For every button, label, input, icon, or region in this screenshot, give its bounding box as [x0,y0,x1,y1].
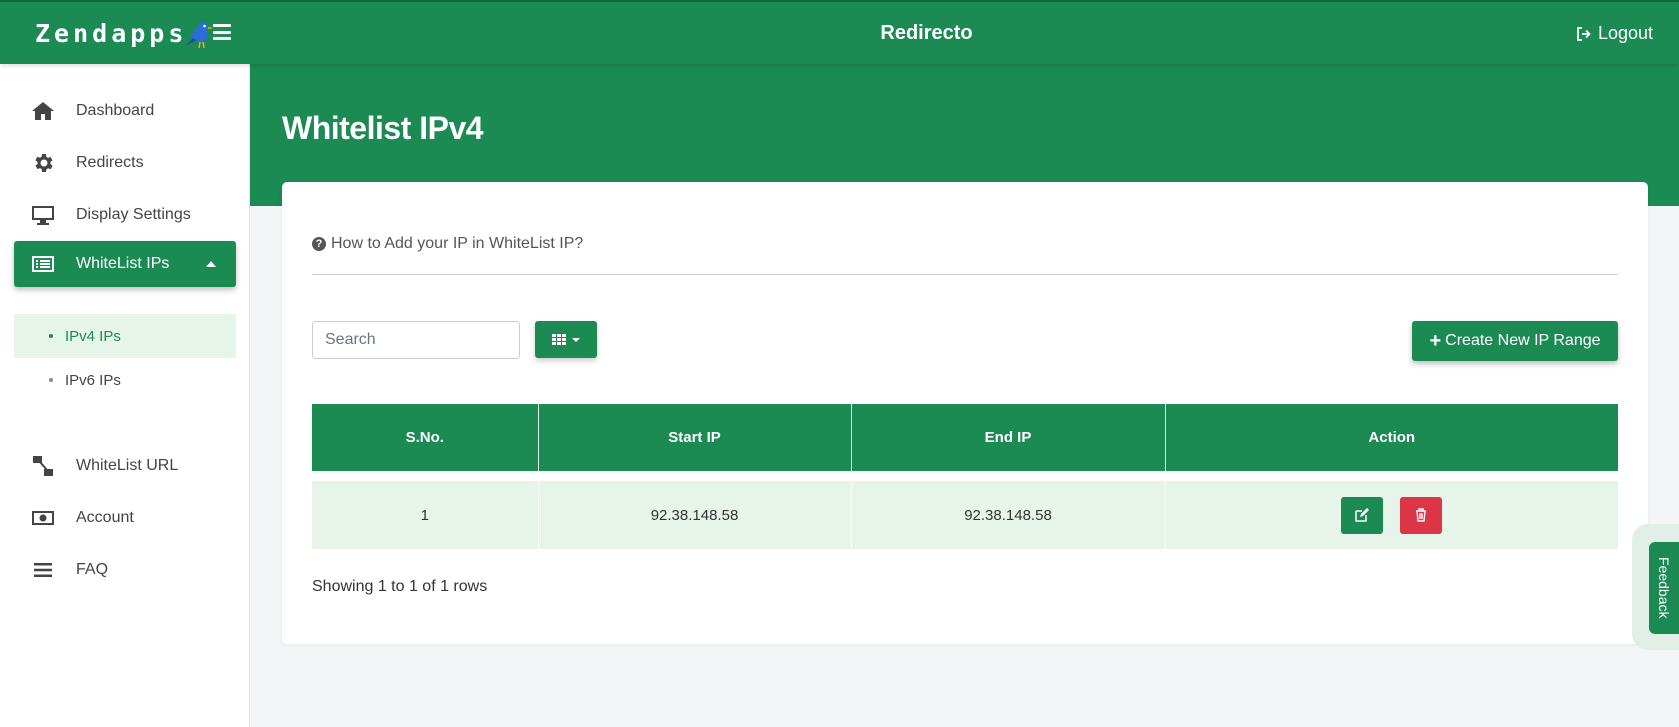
help-link[interactable]: ? How to Add your IP in WhiteList IP? [312,235,583,253]
cell-sno: 1 [312,481,539,549]
money-icon [30,506,56,530]
top-bar: Zendapps Redirecto Logout [0,0,1679,64]
feedback-tab[interactable]: Feedback [1649,542,1679,634]
delete-button[interactable] [1399,496,1442,534]
sidebar-item-whitelist-url[interactable]: WhiteList URL [14,443,236,489]
pagination-info: Showing 1 to 1 of 1 rows [312,578,488,595]
sidebar-item-label: Redirects [76,154,144,171]
sidebar-subitem-label: IPv6 IPs [65,371,121,389]
sidebar-item-display-settings[interactable]: Display Settings [14,192,236,238]
logout-button[interactable]: Logout [1576,23,1653,44]
sidebar-item-whitelist-ips[interactable]: WhiteList IPs [14,241,236,287]
caret-down-icon [572,337,580,342]
list-icon [30,252,56,276]
column-header-end-ip[interactable]: End IP [851,404,1166,471]
divider [312,274,1618,275]
plus-icon: + [1429,330,1442,352]
bullet-icon [49,378,53,382]
logout-label: Logout [1597,23,1653,43]
table-header-row: S.No. Start IP End IP Action [312,404,1618,471]
sidebar-item-dashboard[interactable]: Dashboard [14,88,236,134]
sidebar-item-label: WhiteList IPs [76,255,170,272]
cell-actions [1165,481,1619,549]
sidebar-item-label: Dashboard [76,102,155,119]
sidebar-item-account[interactable]: Account [14,495,236,541]
create-ip-range-button[interactable]: + Create New IP Range [1412,321,1618,361]
column-header-start-ip[interactable]: Start IP [538,404,852,471]
sidebar-item-label: WhiteList URL [76,457,179,474]
bullet-icon [49,334,53,338]
table-row: 1 92.38.148.58 92.38.148.58 [312,481,1619,549]
sidebar-item-label: Account [76,509,134,526]
help-text: How to Add your IP in WhiteList IP? [331,235,584,252]
bars-icon [30,558,56,582]
monitor-icon [30,203,56,227]
chevron-up-icon [206,261,216,267]
cell-start-ip: 92.38.148.58 [538,481,852,549]
link-icon [30,454,56,478]
column-header-sno[interactable]: S.No. [312,404,539,471]
logout-icon [1577,26,1591,41]
grid-icon [552,334,566,345]
search-input[interactable] [312,321,520,359]
sidebar-item-redirects[interactable]: Redirects [14,140,236,186]
question-circle-icon: ? [312,237,326,251]
edit-icon [1355,508,1370,522]
column-header-action[interactable]: Action [1165,404,1618,471]
sidebar-subitem-ipv6[interactable]: IPv6 IPs [14,358,236,402]
ip-table: S.No. Start IP End IP Action 1 92.38.148… [312,404,1619,549]
sidebar-subitem-label: IPv4 IPs [65,327,121,345]
table-spacer [312,471,1618,481]
trash-icon [1415,508,1426,522]
page-title: Whitelist IPv4 [282,110,484,146]
edit-button[interactable] [1341,496,1384,534]
sidebar-item-faq[interactable]: FAQ [14,547,236,593]
sidebar: Dashboard Redirects Display Settings Whi… [0,64,250,727]
app-title: Redirecto [880,22,973,44]
columns-toggle-button[interactable] [535,321,597,358]
create-button-label: Create New IP Range [1445,332,1601,349]
content-card: ? How to Add your IP in WhiteList IP? + … [282,182,1648,644]
cell-end-ip: 92.38.148.58 [851,481,1166,549]
sidebar-subitem-ipv4[interactable]: IPv4 IPs [14,314,236,358]
gear-icon [30,151,56,175]
sidebar-item-label: Display Settings [76,206,191,223]
sidebar-item-label: FAQ [76,561,109,578]
home-icon [30,99,56,123]
